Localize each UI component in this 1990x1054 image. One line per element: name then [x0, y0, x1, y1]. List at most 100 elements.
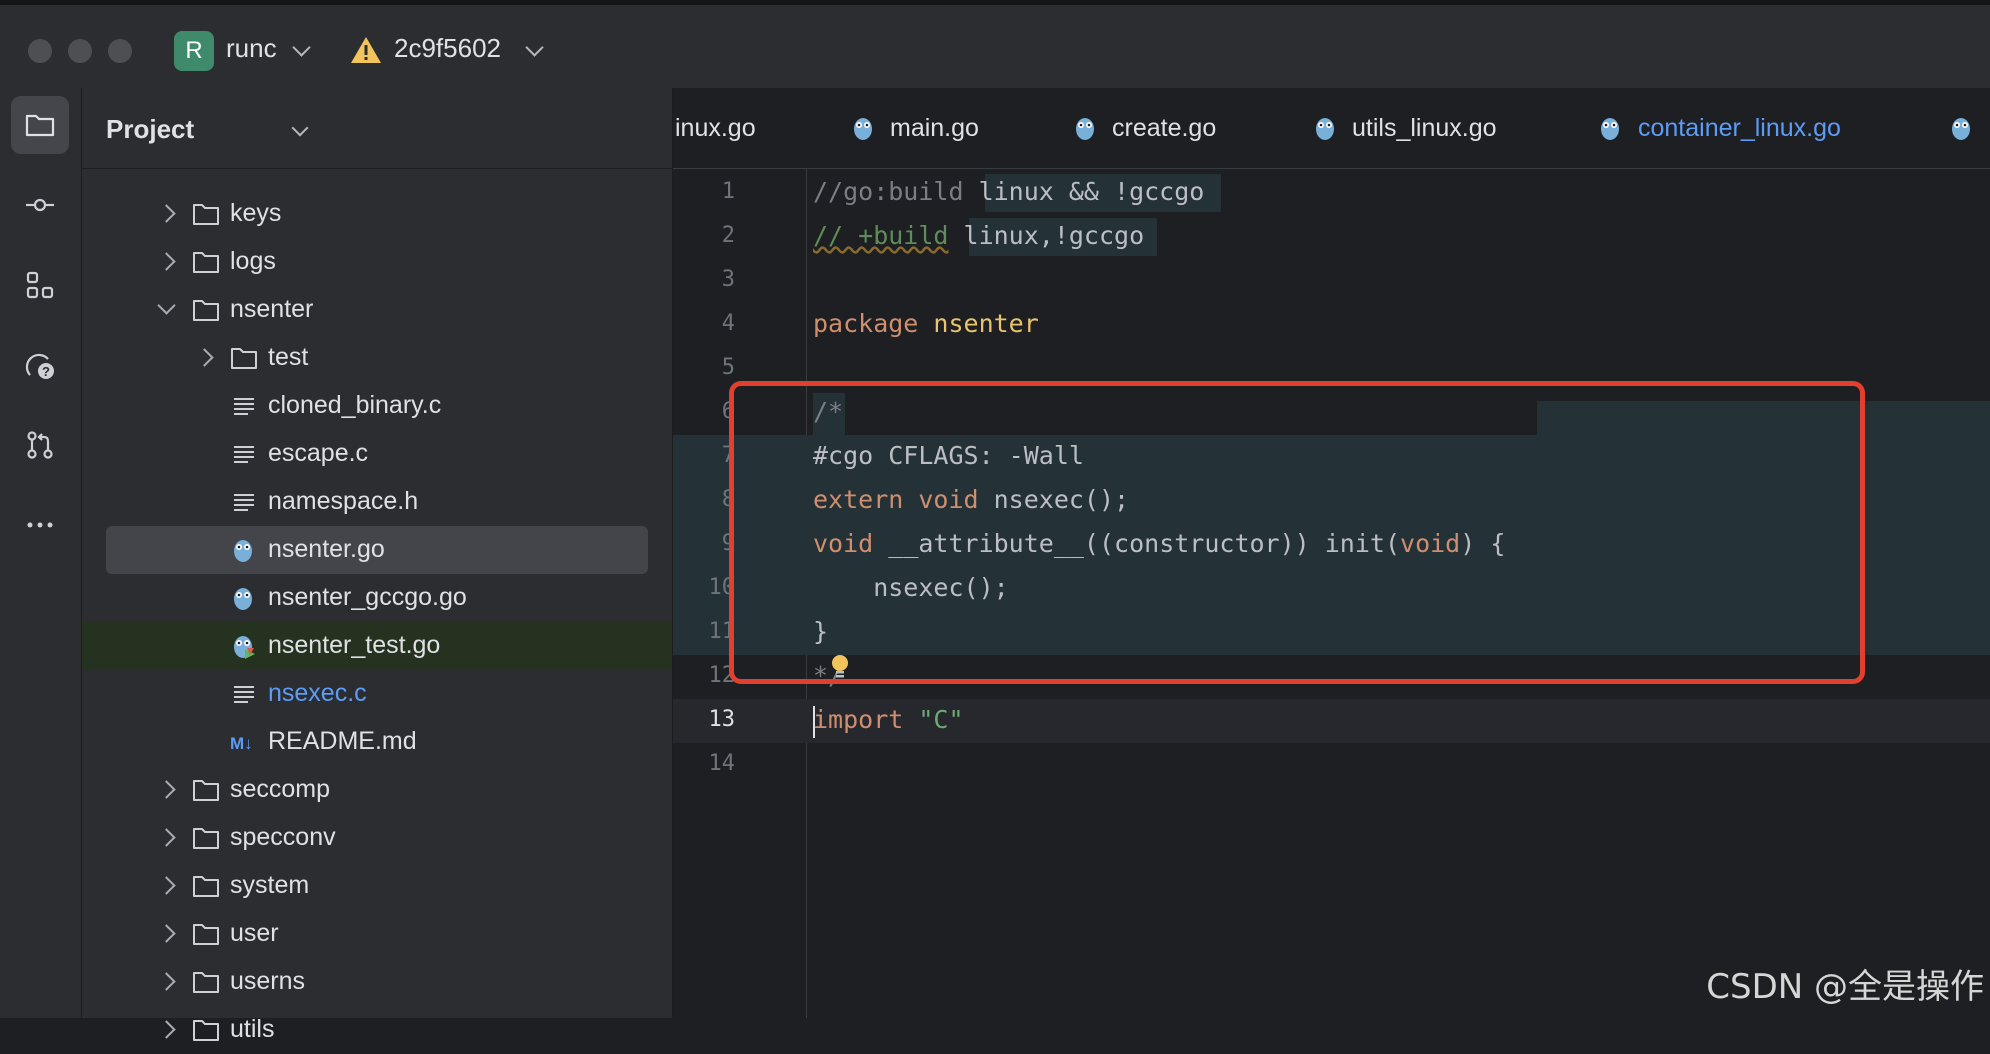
code-line[interactable]: 4 package nsenter	[673, 303, 1990, 347]
chevron-right-icon[interactable]	[157, 1020, 176, 1039]
line-number: 2	[721, 223, 735, 248]
line-number: 13	[708, 707, 736, 732]
project-name: runc	[226, 33, 277, 63]
tree-item-userns[interactable]: userns	[82, 958, 672, 1006]
tree-item-nsenter-test-go[interactable]: nsenter_test.go	[82, 622, 672, 670]
line-number: 12	[708, 663, 736, 688]
pull-requests-icon	[27, 431, 53, 459]
text-file-icon	[234, 494, 254, 511]
line-number: 10	[708, 575, 736, 600]
chevron-down-icon	[292, 38, 311, 57]
tree-item-escape-c[interactable]: escape.c	[82, 430, 672, 478]
chevron-down-icon[interactable]	[157, 296, 176, 315]
tree-item-keys[interactable]: keys	[82, 190, 672, 238]
commit-hash: 2c9f5602	[394, 33, 501, 63]
tree-item-label: specconv	[230, 823, 336, 851]
structure-tool-button[interactable]	[11, 256, 69, 314]
line-number: 1	[721, 179, 735, 204]
chevron-down-icon[interactable]	[291, 119, 309, 137]
services-icon: ?	[25, 353, 54, 379]
divider	[82, 168, 672, 169]
tree-item-user[interactable]: user	[82, 910, 672, 958]
code-text: // +build linux,!gccgo	[813, 221, 1145, 250]
go-file-icon	[234, 588, 252, 610]
tree-item-label: README.md	[268, 727, 417, 755]
line-number: 5	[721, 355, 735, 380]
tree-item-label: nsenter_gccgo.go	[268, 583, 467, 611]
line-number: 11	[708, 619, 736, 644]
tree-item-label: system	[230, 871, 310, 899]
commit-tool-button[interactable]	[11, 176, 69, 234]
tree-item-label: user	[230, 919, 279, 947]
tab-label: utils_linux.go	[1352, 114, 1497, 142]
chevron-right-icon[interactable]	[157, 828, 176, 847]
tree-item-specconv[interactable]: specconv	[82, 814, 672, 862]
tree-item-nsexec-c[interactable]: nsexec.c	[82, 670, 672, 718]
tree-item-label: nsenter.go	[268, 535, 385, 563]
minimize-window-button[interactable]	[68, 39, 92, 63]
chevron-right-icon[interactable]	[195, 348, 214, 367]
tab-label: inux.go	[675, 114, 756, 142]
code-text: package nsenter	[813, 309, 1039, 338]
text-caret	[813, 706, 815, 738]
close-window-button[interactable]	[28, 39, 52, 63]
text-file-icon	[234, 398, 254, 415]
tree-item-label: seccomp	[230, 775, 331, 803]
tree-item-utils[interactable]: utils	[82, 1006, 672, 1054]
go-gopher-icon[interactable]	[1949, 114, 1973, 142]
tree-item-label: nsenter_test.go	[268, 631, 441, 659]
tree-item-nsenter-go[interactable]: nsenter.go	[82, 526, 672, 574]
folder-icon	[193, 924, 219, 945]
project-folder-icon	[25, 114, 55, 137]
chevron-right-icon[interactable]	[157, 252, 176, 271]
project-tool-button[interactable]	[11, 96, 69, 154]
structure-icon	[26, 271, 54, 299]
more-tools-button[interactable]	[11, 496, 69, 554]
chevron-down-icon	[525, 38, 544, 57]
tool-window-strip: ?	[0, 88, 82, 1018]
tree-item-logs[interactable]: logs	[82, 238, 672, 286]
code-text: //go:build linux && !gccgo	[813, 177, 1205, 206]
chevron-right-icon[interactable]	[157, 204, 176, 223]
chevron-right-icon[interactable]	[157, 780, 176, 799]
folder-icon	[193, 876, 219, 897]
folder-icon	[193, 780, 219, 801]
chevron-right-icon[interactable]	[157, 876, 176, 895]
folder-icon	[193, 1020, 219, 1041]
code-line[interactable]: 2 // +build linux,!gccgo	[673, 215, 1990, 259]
chevron-right-icon[interactable]	[157, 924, 176, 943]
folder-icon	[193, 972, 219, 993]
line-number: 4	[721, 311, 735, 336]
tree-item-test[interactable]: test	[82, 334, 672, 382]
code-line-current[interactable]: 13 import "C"	[673, 699, 1990, 743]
tab-label: main.go	[890, 114, 979, 142]
code-line[interactable]: 14	[673, 743, 1990, 787]
tree-item-label: utils	[230, 1015, 275, 1043]
tree-item-system[interactable]: system	[82, 862, 672, 910]
tree-item-readme-md[interactable]: M↓ README.md	[82, 718, 672, 766]
line-number: 8	[721, 487, 735, 512]
tree-item-seccomp[interactable]: seccomp	[82, 766, 672, 814]
go-file-icon	[234, 540, 252, 562]
services-tool-button[interactable]: ?	[11, 336, 69, 394]
zoom-window-button[interactable]	[108, 39, 132, 63]
code-line[interactable]: 3	[673, 259, 1990, 303]
svg-text:M↓: M↓	[230, 734, 253, 753]
more-icon	[27, 522, 53, 528]
pull-requests-tool-button[interactable]	[11, 416, 69, 474]
go-gopher-icon	[1316, 118, 1334, 140]
editor-tab-bar: inux.go main.go create.go utils_linux.go	[673, 88, 1990, 169]
tree-item-cloned-binary-c[interactable]: cloned_binary.c	[82, 382, 672, 430]
intention-bulb-icon[interactable]	[830, 654, 850, 678]
folder-icon	[231, 348, 257, 369]
tree-item-namespace-h[interactable]: namespace.h	[82, 478, 672, 526]
tree-item-nsenter-gccgo-go[interactable]: nsenter_gccgo.go	[82, 574, 672, 622]
code-line[interactable]: 1 //go:build linux && !gccgo	[673, 171, 1990, 215]
chevron-right-icon[interactable]	[157, 972, 176, 991]
folder-icon	[193, 252, 219, 273]
panel-title[interactable]: Project	[106, 114, 194, 145]
folder-icon	[193, 204, 219, 225]
tree-item-nsenter[interactable]: nsenter	[82, 286, 672, 334]
tree-item-label: escape.c	[268, 439, 369, 467]
line-number: 7	[721, 443, 735, 468]
